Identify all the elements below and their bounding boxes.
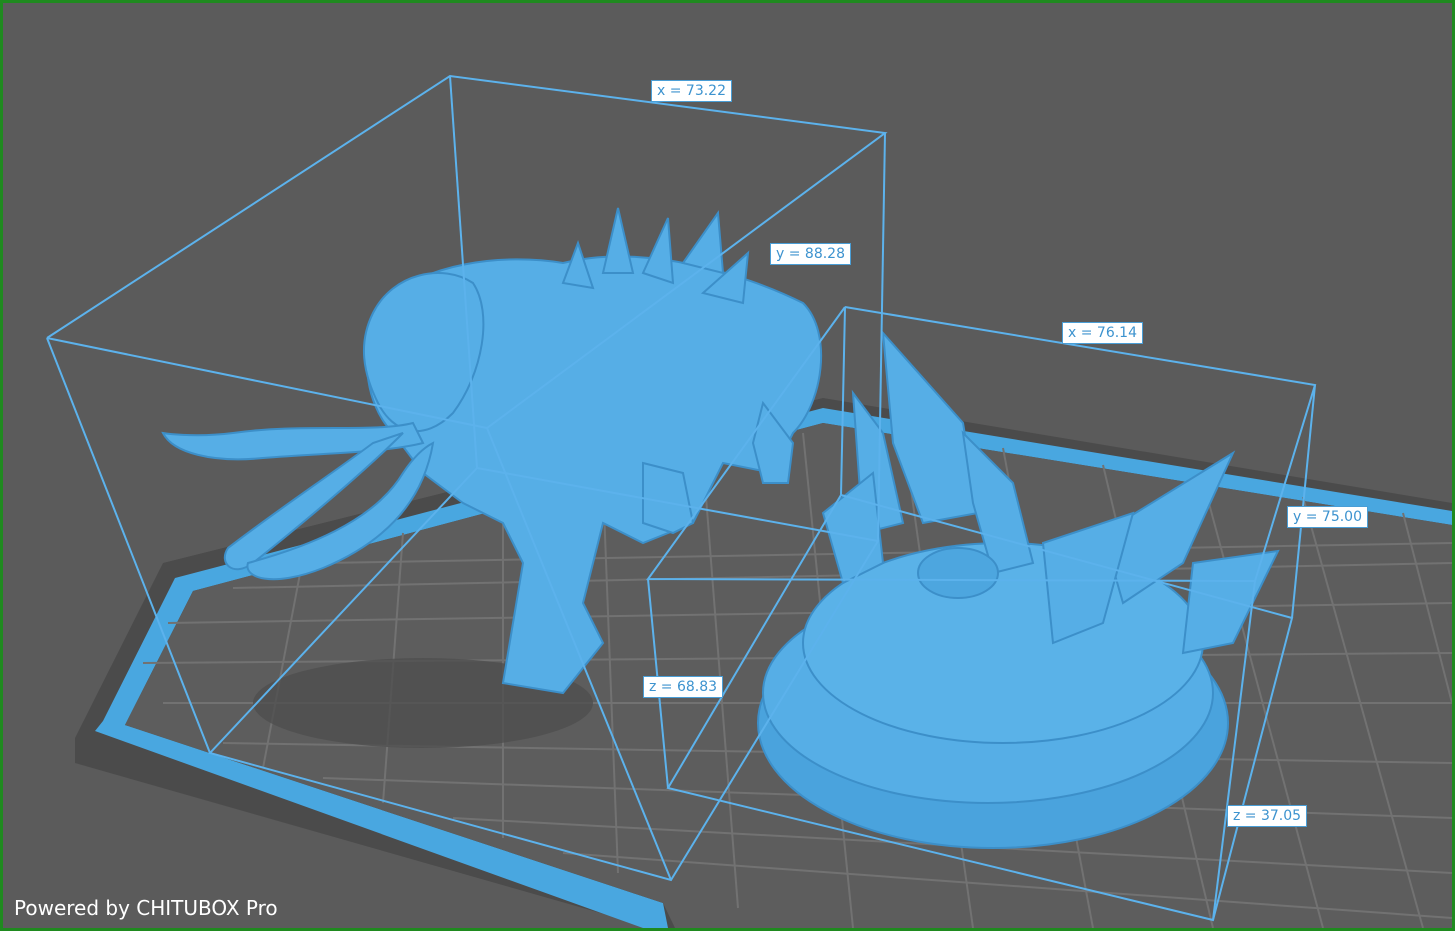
mammoth-dimension-x-label: x = 73.22 xyxy=(651,80,732,102)
build-scene[interactable] xyxy=(3,3,1452,928)
crystal-base-socket xyxy=(917,547,999,599)
crystal-base-dimension-y-label: y = 75.00 xyxy=(1287,506,1368,528)
crystal-base-dimension-x-label: x = 76.14 xyxy=(1062,322,1143,344)
3d-viewport[interactable]: x = 73.22 y = 88.28 z = 68.83 x = 76.14 … xyxy=(0,0,1455,931)
powered-by-watermark: Powered by CHITUBOX Pro xyxy=(14,896,278,920)
crystal-base-dimension-z-label: z = 37.05 xyxy=(1227,805,1308,827)
mammoth-dimension-z-label: z = 68.83 xyxy=(643,676,724,698)
mammoth-dimension-y-label: y = 88.28 xyxy=(770,243,851,265)
